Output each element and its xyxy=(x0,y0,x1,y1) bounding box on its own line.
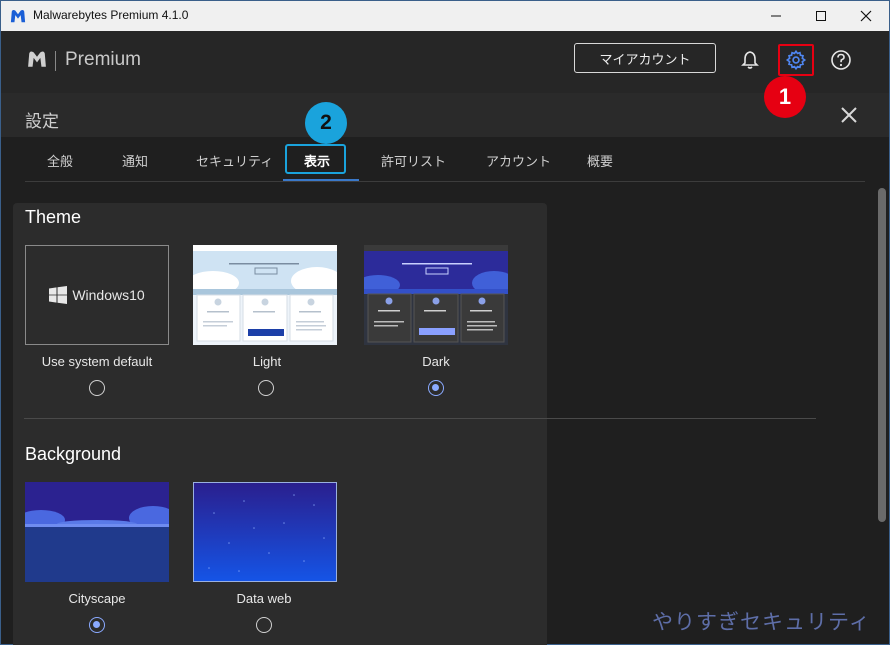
minimize-icon xyxy=(771,15,781,17)
tab-security[interactable]: セキュリティ xyxy=(196,151,273,170)
my-account-button[interactable]: マイアカウント xyxy=(574,43,716,73)
background-heading: Background xyxy=(25,444,122,464)
malwarebytes-logo-icon xyxy=(10,9,26,23)
settings-header: 設定 xyxy=(1,93,889,137)
theme-dark-label: Dark xyxy=(422,354,450,369)
tab-allow-list[interactable]: 許可リスト xyxy=(381,151,446,170)
theme-dark-radio[interactable] xyxy=(428,380,444,396)
maximize-icon xyxy=(816,11,826,21)
tab-display[interactable]: 表示 xyxy=(304,151,330,170)
minimize-button[interactable] xyxy=(753,1,799,31)
theme-system-thumbnail[interactable]: Windows10 xyxy=(25,245,169,345)
section-divider xyxy=(24,418,816,419)
theme-light-radio[interactable] xyxy=(258,380,274,396)
logo-separator xyxy=(55,51,56,71)
close-settings-icon[interactable] xyxy=(837,103,861,127)
brand-name: Premium xyxy=(65,49,142,70)
theme-light-label: Light xyxy=(252,354,282,369)
close-window-button[interactable] xyxy=(843,1,889,31)
cityscape-preview-image xyxy=(25,482,169,582)
dataweb-preview-image xyxy=(194,483,336,581)
dark-theme-preview-image xyxy=(364,245,508,345)
background-dataweb-radio[interactable] xyxy=(256,617,272,633)
windows10-text: Windows10 xyxy=(72,287,145,303)
tab-general[interactable]: 全般 xyxy=(47,151,73,170)
background-cityscape-label: Cityscape xyxy=(68,591,126,606)
settings-button[interactable] xyxy=(781,45,811,75)
background-dataweb-thumbnail[interactable] xyxy=(193,482,337,582)
background-dataweb-label: Data web xyxy=(236,591,292,606)
settings-title: 設定 xyxy=(25,112,59,132)
tabs-divider xyxy=(25,181,865,182)
settings-tabs: 全般 通知 セキュリティ 表示 許可リスト アカウント 概要 xyxy=(1,137,889,183)
tab-about[interactable]: 概要 xyxy=(587,151,613,170)
window-title: Malwarebytes Premium 4.1.0 xyxy=(33,8,189,22)
theme-dark-thumbnail[interactable] xyxy=(364,245,508,345)
notifications-button[interactable] xyxy=(735,45,765,75)
help-button[interactable] xyxy=(826,45,856,75)
theme-light-thumbnail[interactable] xyxy=(193,245,337,345)
watermark-text: やりすぎセキュリティ xyxy=(652,610,871,634)
theme-heading: Theme xyxy=(25,207,82,227)
step-2-badge: 2 xyxy=(305,102,347,144)
help-icon xyxy=(831,50,851,70)
title-bar: Malwarebytes Premium 4.1.0 xyxy=(1,1,889,31)
theme-system-label: Use system default xyxy=(41,354,153,369)
background-cityscape-radio[interactable] xyxy=(89,617,105,633)
app-header: Premium マイアカウント xyxy=(1,31,889,93)
theme-system-radio[interactable] xyxy=(89,380,105,396)
windows-logo-icon xyxy=(49,286,68,304)
background-cityscape-thumbnail[interactable] xyxy=(25,482,169,582)
tab-notifications[interactable]: 通知 xyxy=(122,151,148,170)
light-theme-preview-image xyxy=(193,245,337,345)
step-1-badge: 1 xyxy=(764,76,806,118)
malwarebytes-logo-icon xyxy=(28,51,46,67)
vertical-scrollbar[interactable] xyxy=(878,188,886,522)
gear-icon xyxy=(785,49,807,71)
tab-account[interactable]: アカウント xyxy=(486,151,551,170)
bell-icon xyxy=(741,51,759,69)
close-icon xyxy=(860,10,872,22)
maximize-button[interactable] xyxy=(798,1,844,31)
